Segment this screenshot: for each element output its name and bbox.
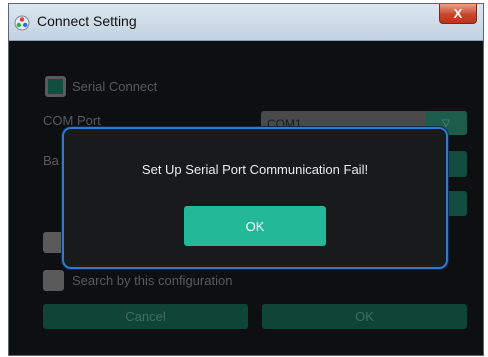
ok-button-label: OK: [355, 309, 374, 324]
error-dialog: Set Up Serial Port Communication Fail! O…: [62, 127, 448, 269]
search-config-checkbox[interactable]: [43, 270, 64, 291]
dialog-ok-button[interactable]: OK: [184, 206, 326, 246]
com-port-label: COM Port: [43, 113, 101, 128]
serial-connect-label: Serial Connect: [72, 79, 158, 94]
ok-button[interactable]: OK: [262, 304, 467, 329]
dialog-ok-label: OK: [245, 218, 265, 234]
baud-rate-label: Ba: [43, 153, 59, 168]
close-icon: X: [453, 6, 463, 21]
option-checkbox[interactable]: [43, 232, 64, 253]
search-config-label: Search by this configuration: [72, 273, 233, 288]
app-logo-icon: [14, 15, 30, 31]
close-button[interactable]: X: [439, 4, 477, 24]
window-title: Connect Setting: [37, 13, 137, 29]
serial-connect-checkbox[interactable]: [45, 76, 66, 97]
cancel-button-label: Cancel: [125, 309, 166, 324]
title-bar: Connect Setting X: [9, 4, 483, 41]
cancel-button[interactable]: Cancel: [43, 304, 248, 329]
error-message: Set Up Serial Port Communication Fail!: [141, 162, 369, 177]
